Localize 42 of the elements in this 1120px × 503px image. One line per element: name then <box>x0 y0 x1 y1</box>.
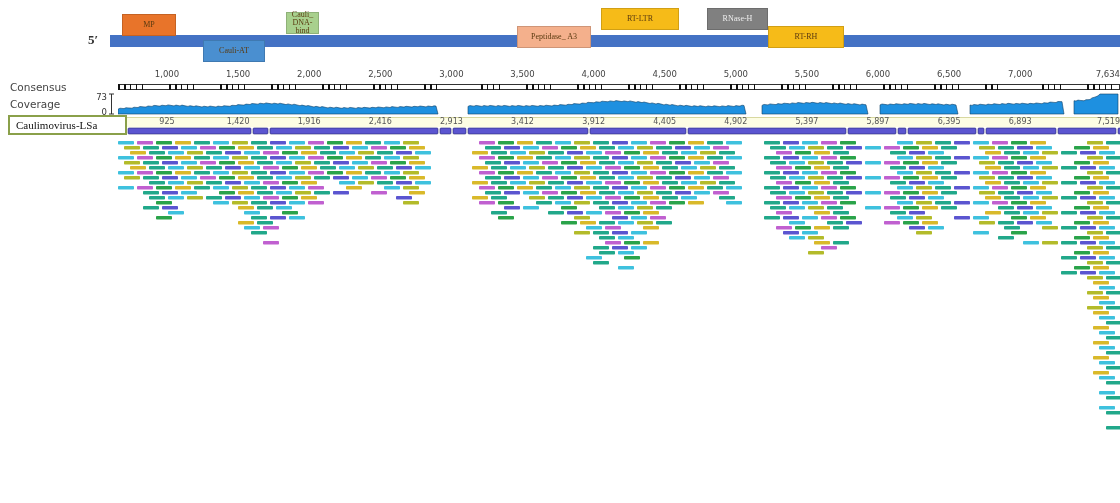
ruler-label: 6,395 <box>937 117 961 126</box>
ruler-label: 6,000 <box>865 69 891 79</box>
ruler-label: 1,500 <box>225 69 251 79</box>
ruler-label: 4,000 <box>581 69 606 79</box>
ruler-label: 3,912 <box>582 117 606 126</box>
ruler-label: 1,000 <box>154 69 180 79</box>
domain-box: MP <box>122 14 176 36</box>
domain-box: Cauli_ DNA-bind <box>286 12 319 34</box>
scale-bar-icon <box>109 93 114 115</box>
ruler-label: 4,405 <box>653 117 677 126</box>
ruler-label: 6,893 <box>1008 117 1032 126</box>
ruler-label: 5,500 <box>794 69 820 79</box>
domain-box: RNase-H <box>707 8 768 30</box>
ruler-label: 6,500 <box>936 69 962 79</box>
strand-label: 5′ <box>88 32 99 48</box>
ruler-label: 1,916 <box>297 117 321 126</box>
domain-box: RT-LTR <box>601 8 679 30</box>
ruler-label: 925 <box>159 117 175 126</box>
ruler-label: 3,412 <box>511 117 534 126</box>
domain-box: Peptidase_ A3 <box>517 26 591 48</box>
ruler-label: 2,500 <box>368 69 393 79</box>
ruler-label: 5,000 <box>723 69 748 79</box>
ruler-label: 5,897 <box>866 117 890 126</box>
ruler-label: 2,416 <box>368 117 392 126</box>
domain-box: Cauli-AT <box>203 40 265 62</box>
ruler-label: 3,500 <box>510 69 535 79</box>
ruler-label: 3,000 <box>439 69 464 79</box>
ruler-label: 7,000 <box>1008 69 1033 79</box>
coverage-max-label: 73 <box>96 92 107 102</box>
sequence-name-label: Caulimovirus-LSa <box>8 115 127 135</box>
ruler-label: 4,500 <box>652 69 677 79</box>
coverage-min-label: 0 <box>101 107 107 117</box>
ruler-label: 5,397 <box>795 117 819 126</box>
ruler-label: 2,913 <box>439 117 463 126</box>
ruler-label: 1,420 <box>226 117 250 126</box>
track-label: Consensus <box>9 81 68 93</box>
ruler-label: 4,902 <box>724 117 748 126</box>
domain-box: RT-RH <box>768 26 844 48</box>
ruler-label: 7,634 <box>1095 69 1120 79</box>
ruler-label: 7,519 <box>1097 117 1120 126</box>
ruler-label: 2,000 <box>297 69 322 79</box>
track-label: Coverage <box>9 98 62 110</box>
